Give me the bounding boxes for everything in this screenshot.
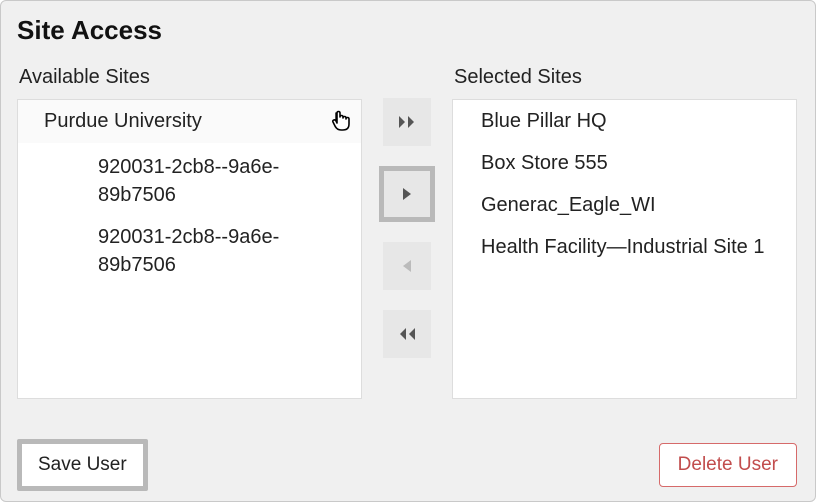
available-child-text: 920031-2cb8--9a6e-89b7506	[98, 156, 279, 206]
selected-listbox[interactable]: Blue Pillar HQ Box Store 555 Generac_Eag…	[452, 99, 797, 399]
panel-title: Site Access	[17, 15, 797, 46]
double-chevron-right-icon	[397, 115, 417, 129]
selected-column: Selected Sites Blue Pillar HQ Box Store …	[452, 66, 797, 399]
footer: Save User Delete User	[17, 439, 797, 491]
selected-row-text: Box Store 555	[481, 152, 608, 174]
available-listbox[interactable]: Purdue University 920031-2cb8--9a6e-89b7…	[17, 99, 362, 399]
available-column: Available Sites Purdue University 920031…	[17, 66, 362, 399]
selected-row[interactable]: Blue Pillar HQ	[453, 100, 796, 142]
move-right-button[interactable]	[379, 166, 435, 222]
chevron-left-icon	[401, 259, 413, 273]
chevron-right-icon	[401, 187, 413, 201]
move-all-right-button[interactable]	[383, 98, 431, 146]
transfer-controls	[372, 98, 442, 399]
selected-row-text: Blue Pillar HQ	[481, 110, 607, 132]
selected-row[interactable]: Box Store 555	[453, 142, 796, 184]
save-user-button[interactable]: Save User	[17, 439, 148, 491]
move-left-button[interactable]	[383, 242, 431, 290]
available-label: Available Sites	[17, 66, 362, 89]
dual-list-columns: Available Sites Purdue University 920031…	[17, 66, 797, 399]
available-parent-text: Purdue University	[44, 110, 202, 132]
available-child-row[interactable]: 920031-2cb8--9a6e-89b7506	[18, 149, 361, 213]
pointer-cursor-icon	[327, 108, 355, 136]
selected-row[interactable]: Generac_Eagle_WI	[453, 184, 796, 226]
delete-user-button[interactable]: Delete User	[659, 443, 797, 487]
move-all-left-button[interactable]	[383, 310, 431, 358]
selected-row-text: Generac_Eagle_WI	[481, 194, 656, 216]
selected-row[interactable]: Health Facility—Industrial Site 1	[453, 226, 796, 268]
selected-row-text: Health Facility—Industrial Site 1	[481, 236, 764, 258]
selected-label: Selected Sites	[452, 66, 797, 89]
double-chevron-left-icon	[397, 327, 417, 341]
available-child-row[interactable]: 920031-2cb8--9a6e-89b7506	[18, 219, 361, 283]
site-access-panel: Site Access Available Sites Purdue Unive…	[0, 0, 816, 502]
available-child-text: 920031-2cb8--9a6e-89b7506	[98, 226, 279, 276]
available-parent-row[interactable]: Purdue University	[18, 100, 361, 143]
